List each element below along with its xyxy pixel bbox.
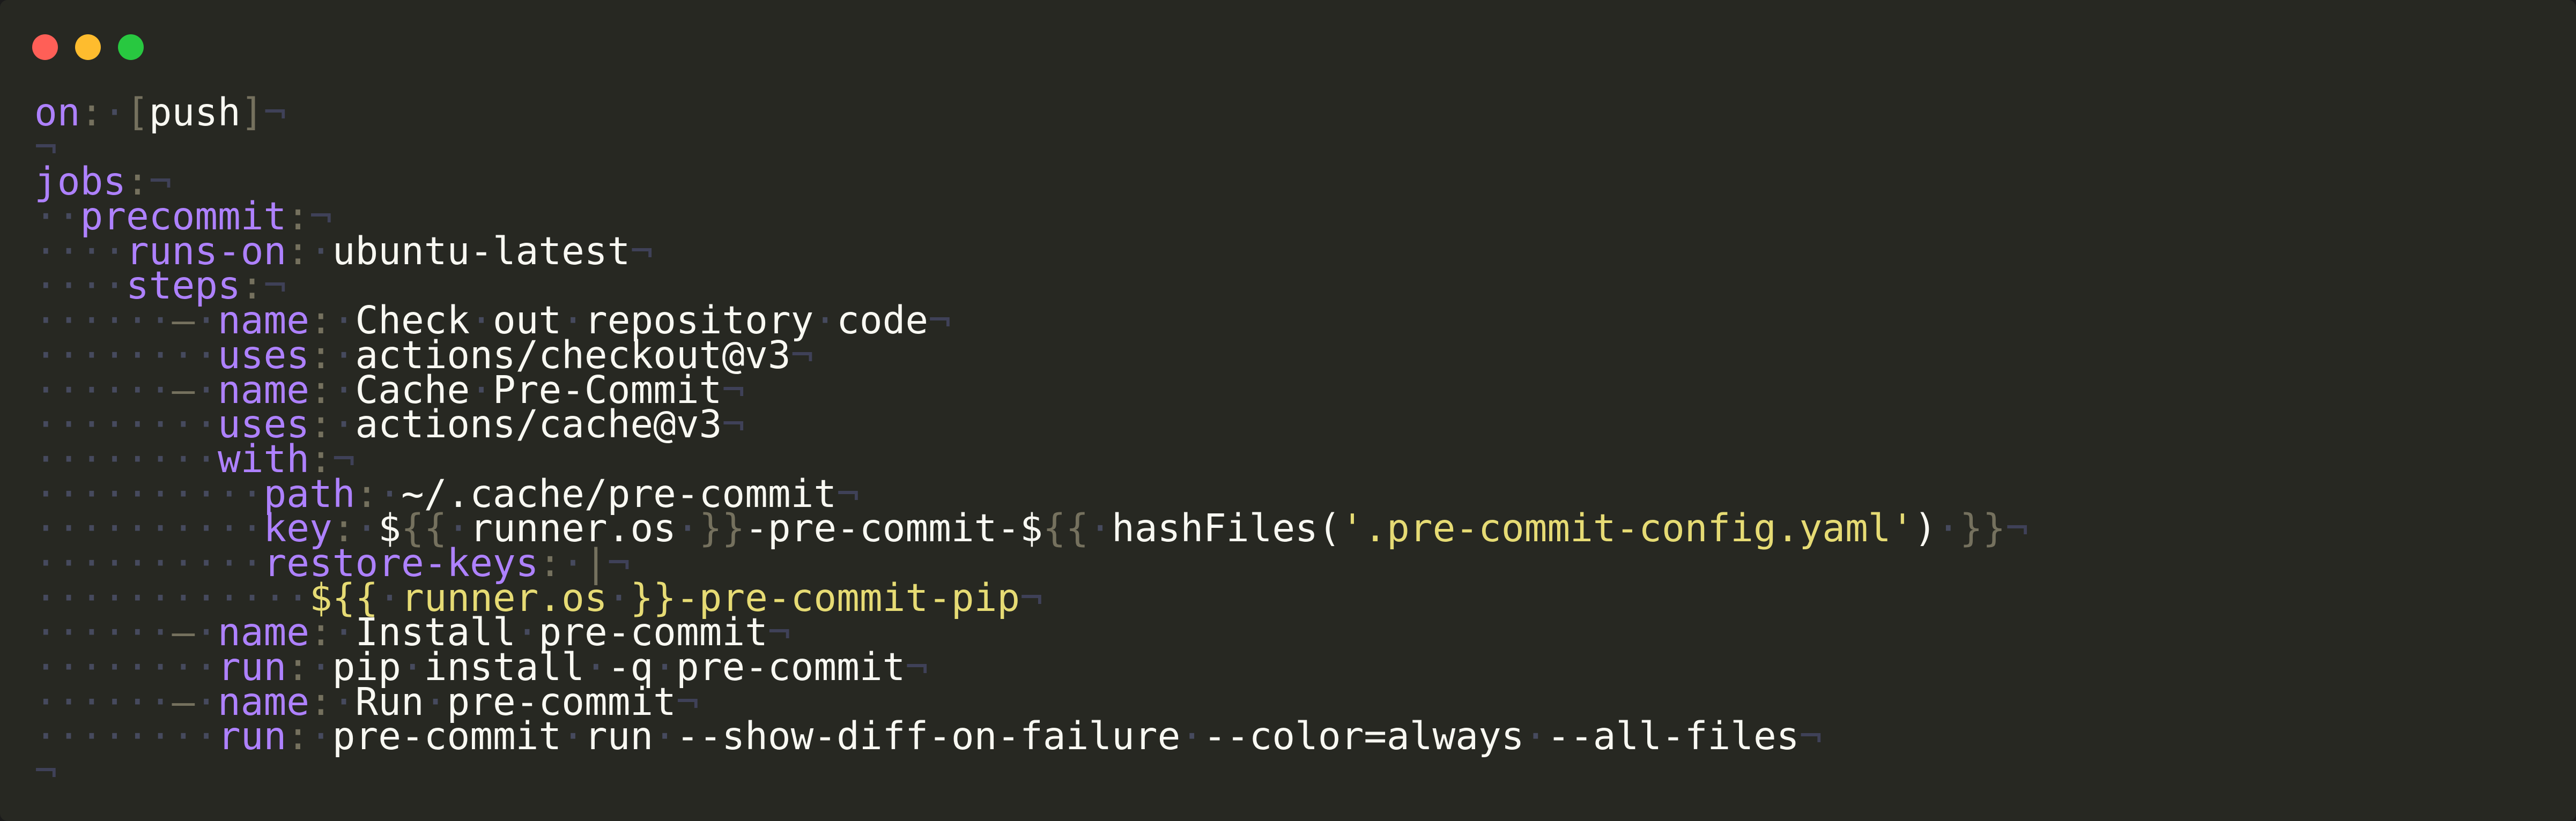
code-line: ¬ <box>34 128 2544 166</box>
yaml-value: ubuntu-latest <box>332 228 631 273</box>
close-icon[interactable] <box>32 34 58 60</box>
eol-marker: ¬ <box>928 298 951 343</box>
whitespace-marker: · <box>309 228 332 273</box>
yaml-value: --all-files <box>1547 714 1800 759</box>
yaml-punctuation: [ <box>126 90 149 135</box>
eol-marker: ¬ <box>2005 506 2029 551</box>
yaml-punctuation: : <box>286 714 309 759</box>
code-editor[interactable]: on:·[push]¬ ¬ jobs:¬ ··precommit:¬ ····runs-… <box>34 93 2544 790</box>
yaml-value: hashFiles( <box>1112 506 1341 551</box>
maximize-icon[interactable] <box>118 34 144 60</box>
whitespace-marker: · <box>1180 714 1204 759</box>
yaml-punctuation: : <box>286 228 309 273</box>
whitespace-marker: · <box>309 714 332 759</box>
code-line: ····runs-on:·ubuntu-latest¬ <box>34 232 2544 270</box>
yaml-value: actions/cache@v3 <box>355 402 722 447</box>
yaml-key: run <box>217 714 287 759</box>
whitespace-marker: ········ <box>34 714 218 759</box>
code-line: ········run:·pre-commit·run·--show-diff-… <box>34 717 2544 755</box>
whitespace-marker: · <box>676 506 699 551</box>
whitespace-marker: · <box>103 90 126 135</box>
code-line: on:·[push]¬ <box>34 93 2544 131</box>
yaml-punctuation: {{ <box>1042 506 1089 551</box>
yaml-value: push <box>149 90 241 135</box>
yaml-punctuation: ] <box>240 90 264 135</box>
eol-marker: ¬ <box>263 90 287 135</box>
whitespace-marker: · <box>1937 506 1960 551</box>
whitespace-marker: · <box>1089 506 1112 551</box>
yaml-value: -pre-commit-$ <box>745 506 1043 551</box>
eol-marker: ¬ <box>905 645 929 689</box>
eol-marker: ¬ <box>790 332 814 377</box>
whitespace-marker: · <box>1524 714 1548 759</box>
code-window: on:·[push]¬ ¬ jobs:¬ ··precommit:¬ ····runs-… <box>0 0 2576 821</box>
minimize-icon[interactable] <box>75 34 101 60</box>
yaml-value: pre-commit <box>676 645 906 689</box>
yaml-value: --color=always <box>1203 714 1524 759</box>
yaml-value: run <box>584 714 654 759</box>
yaml-punctuation: : <box>80 90 103 135</box>
eol-marker: ¬ <box>1020 575 1043 620</box>
code-line: ········uses:·actions/cache@v3¬ <box>34 405 2544 443</box>
yaml-punctuation: }} <box>699 506 745 551</box>
whitespace-marker: · <box>561 714 584 759</box>
yaml-punctuation: }} <box>1959 506 2006 551</box>
whitespace-marker: · <box>813 298 837 343</box>
eol-marker: ¬ <box>34 749 57 794</box>
yaml-string: '.pre-commit-config.yaml' <box>1341 506 1914 551</box>
yaml-value: --show-diff-on-failure <box>676 714 1181 759</box>
yaml-value: pre-commit <box>332 714 562 759</box>
yaml-value: code <box>837 298 929 343</box>
eol-marker: ¬ <box>722 402 745 447</box>
eol-marker: ¬ <box>1799 714 1823 759</box>
code-line: jobs:¬ <box>34 162 2544 200</box>
yaml-value: ) <box>1914 506 1937 551</box>
eol-marker: ¬ <box>630 228 654 273</box>
code-line: ¬ <box>34 752 2544 790</box>
whitespace-marker: · <box>653 714 676 759</box>
